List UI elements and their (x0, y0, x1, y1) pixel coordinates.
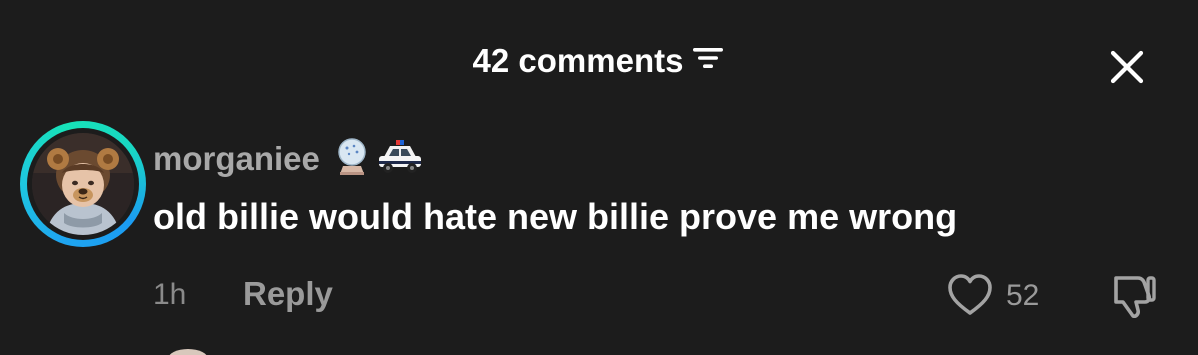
comments-title: 42 comments (0, 36, 1198, 88)
avatar-photo (32, 133, 134, 235)
comment-actions-row: 1h Reply 52 (0, 270, 1198, 320)
comment-count-label: 42 comments (472, 42, 684, 79)
avatar-ring-gap (27, 128, 139, 240)
comment-username[interactable]: morganiee (153, 140, 320, 178)
avatar[interactable] (20, 121, 146, 247)
comment-timestamp: 1h (153, 278, 187, 311)
comment-author-row: morganiee (153, 137, 424, 181)
heart-outline-icon (948, 274, 992, 315)
like-count: 52 (1006, 279, 1040, 312)
filter-button[interactable] (691, 35, 725, 85)
close-x-icon (1110, 50, 1144, 84)
police-car-emoji (376, 137, 424, 182)
avatar-image (32, 133, 134, 235)
like-button[interactable] (946, 272, 994, 318)
comments-header: 42 comments (0, 36, 1198, 86)
close-button[interactable] (1104, 44, 1150, 90)
comment-text: old billie would hate new billie prove m… (153, 196, 958, 237)
dislike-button[interactable] (1108, 272, 1158, 320)
comments-panel: 42 comments morganiee old billie would h… (0, 0, 1198, 355)
next-comment-avatar[interactable] (168, 349, 208, 355)
thumbs-down-icon (1114, 276, 1156, 318)
filter-lines-icon (693, 48, 724, 69)
reply-button[interactable]: Reply (243, 275, 333, 313)
snow-globe-emoji (334, 137, 370, 182)
